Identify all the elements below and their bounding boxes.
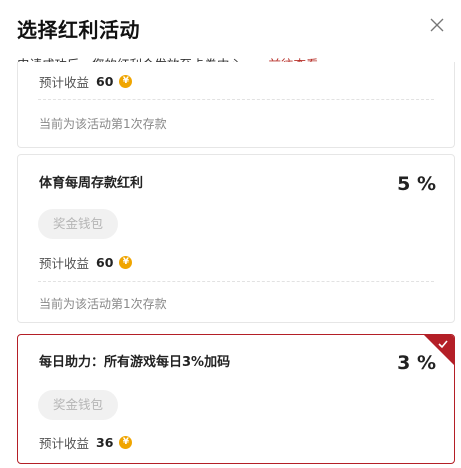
bonus-percent: 5 % (397, 173, 436, 195)
expected-earnings: 预计收益 60 ¥ (39, 253, 133, 272)
expected-earnings: 预计收益 60 ¥ (39, 72, 133, 91)
check-icon (438, 340, 448, 349)
expected-earnings: 预计收益 36 ¥ (39, 433, 133, 452)
earnings-label: 预计收益 (39, 75, 90, 90)
bonus-card-selected[interactable]: 每日助力：所有游戏每日3%加码 3 % 奖金钱包 预计收益 36 ¥ (17, 334, 455, 464)
earnings-value: 60 (96, 255, 114, 270)
earnings-value: 60 (96, 74, 114, 89)
earnings-value: 36 (96, 435, 114, 450)
bonus-percent: 3 % (397, 352, 436, 374)
divider (38, 99, 434, 100)
divider (38, 281, 434, 282)
bonus-card[interactable]: 预计收益 60 ¥ 当前为该活动第1次存款 (17, 62, 455, 148)
earnings-label: 预计收益 (39, 256, 90, 271)
deposit-note: 当前为该活动第1次存款 (39, 117, 167, 131)
bonus-wallet-button[interactable]: 奖金钱包 (38, 209, 118, 239)
earnings-label: 预计收益 (39, 436, 90, 451)
bonus-name: 体育每周存款红利 (39, 176, 144, 191)
bonus-name: 每日助力：所有游戏每日3%加码 (39, 355, 231, 370)
deposit-note: 当前为该活动第1次存款 (39, 297, 167, 311)
bonus-wallet-button[interactable]: 奖金钱包 (38, 390, 118, 420)
bonus-card[interactable]: 体育每周存款红利 5 % 奖金钱包 预计收益 60 ¥ 当前为该活动第1次存款 (17, 154, 455, 323)
coin-icon: ¥ (119, 256, 133, 269)
coin-icon: ¥ (119, 436, 133, 449)
coin-icon: ¥ (119, 75, 133, 88)
dialog-title: 选择红利活动 (17, 18, 140, 42)
close-icon[interactable] (429, 17, 445, 33)
